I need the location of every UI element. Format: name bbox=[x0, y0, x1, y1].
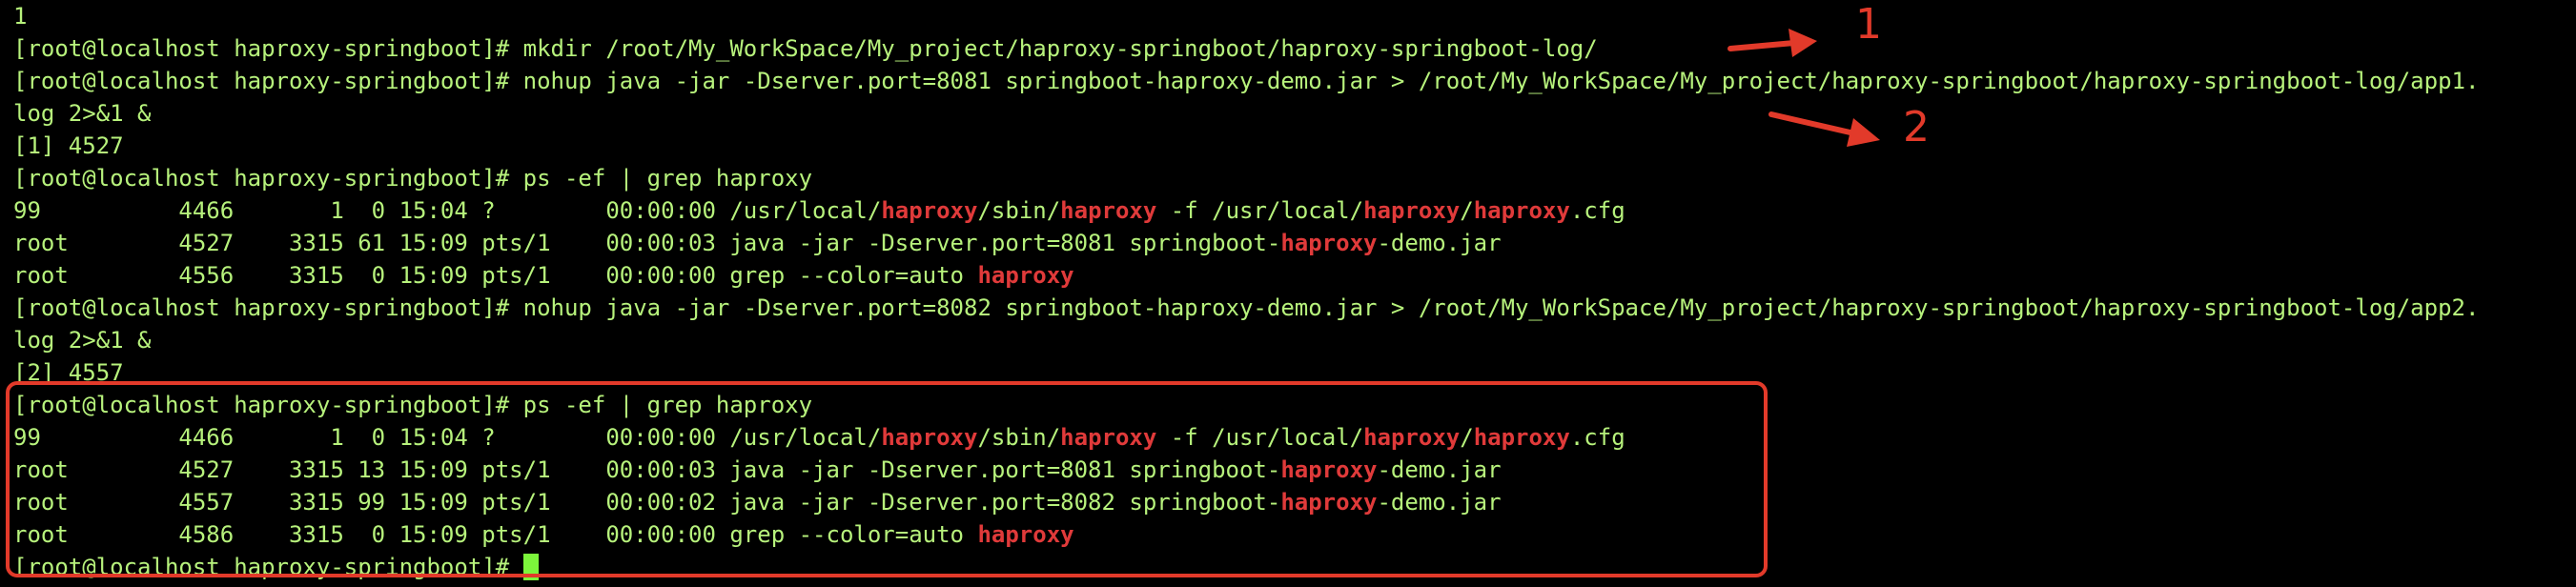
annotation-arrow-2 bbox=[1768, 111, 1880, 147]
annotation-label-1: 1 bbox=[1855, 0, 1882, 49]
annotation-arrow-1 bbox=[1728, 29, 1817, 57]
annotation-label-2: 2 bbox=[1903, 103, 1930, 152]
annotation-arrows bbox=[1728, 29, 1880, 147]
